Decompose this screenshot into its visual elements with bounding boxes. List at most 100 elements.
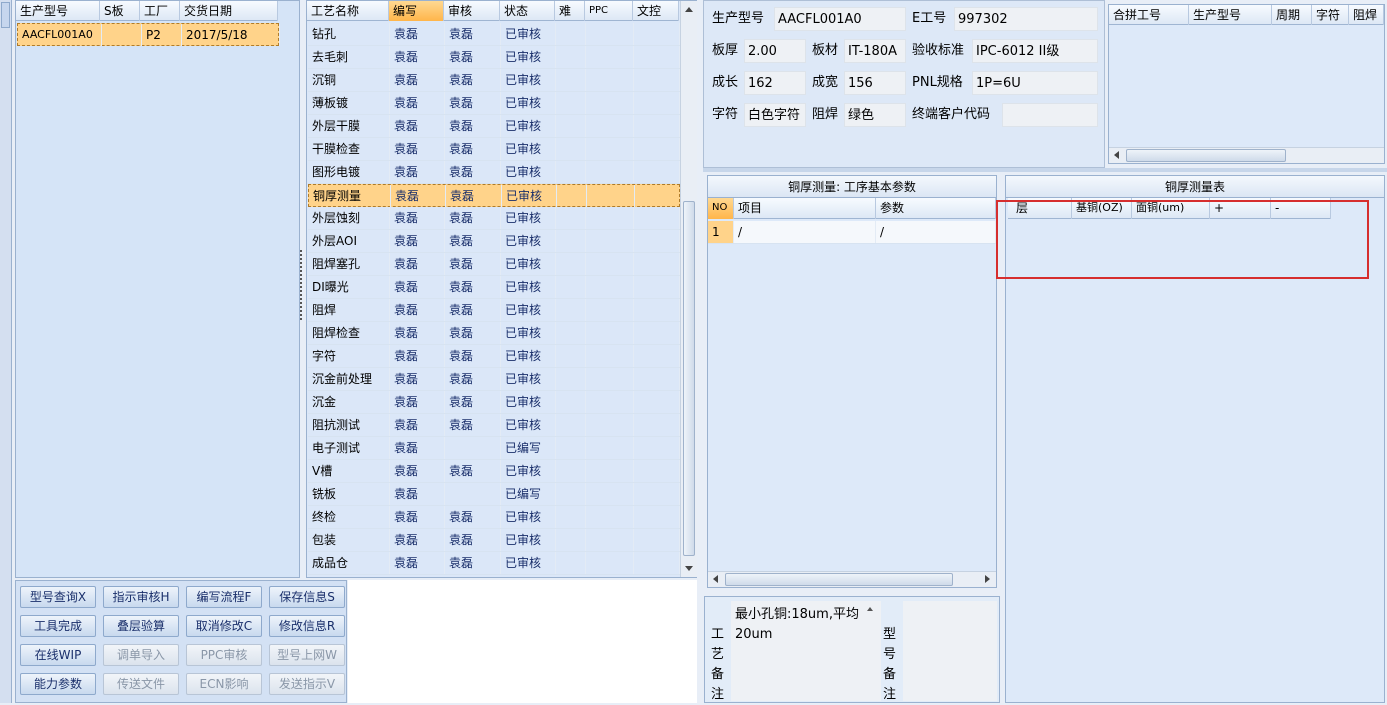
action-button[interactable]: 修改信息R [269, 615, 345, 637]
process-difficulty [556, 115, 586, 137]
process-doc [634, 207, 680, 229]
scroll-down-icon[interactable] [685, 566, 693, 571]
merge-hscroll[interactable] [1109, 147, 1384, 163]
orders-col-s[interactable]: S板 [100, 1, 140, 21]
params-col-no[interactable]: NO [708, 198, 734, 219]
process-row[interactable]: 电子测试 袁磊 已编写 [308, 437, 680, 460]
process-col-ppc[interactable]: PPC [585, 1, 633, 21]
action-button[interactable]: 传送文件 [103, 673, 179, 695]
process-row[interactable]: 阻焊 袁磊 袁磊 已审核 [308, 299, 680, 322]
merge-col-no[interactable]: 合拼工号 [1109, 5, 1189, 25]
process-row[interactable]: 字符 袁磊 袁磊 已审核 [308, 345, 680, 368]
action-button[interactable]: 型号上网W [269, 644, 345, 666]
blank-area [348, 580, 697, 703]
orders-col-factory[interactable]: 工厂 [140, 1, 180, 21]
process-status: 已编写 [501, 483, 556, 505]
process-col-reviewer[interactable]: 审核 [444, 1, 500, 21]
model-label: 生产型号 [712, 11, 765, 26]
process-row[interactable]: 铜厚测量 袁磊 袁磊 已审核 [308, 184, 681, 207]
params-header: NO 项目 参数 [708, 198, 996, 219]
process-doc [634, 230, 680, 252]
measure-title: 铜厚测量表 [1006, 176, 1384, 198]
process-row[interactable]: 沉铜 袁磊 袁磊 已审核 [308, 69, 680, 92]
action-button[interactable]: 取消修改C [186, 615, 262, 637]
params-col-value[interactable]: 参数 [876, 198, 996, 219]
collapse-tab[interactable] [1, 2, 10, 28]
process-ppc [586, 391, 634, 413]
process-scrollbar[interactable] [680, 1, 697, 577]
process-row[interactable]: 沉金前处理 袁磊 袁磊 已审核 [308, 368, 680, 391]
action-button[interactable]: 调单导入 [103, 644, 179, 666]
process-row[interactable]: 阻焊检查 袁磊 袁磊 已审核 [308, 322, 680, 345]
process-doc [634, 115, 680, 137]
process-difficulty [556, 69, 586, 91]
process-row[interactable]: 薄板镀 袁磊 袁磊 已审核 [308, 92, 680, 115]
process-row[interactable]: 图形电镀 袁磊 袁磊 已审核 [308, 161, 680, 184]
scroll-up-icon[interactable] [867, 607, 873, 611]
process-col-difficulty[interactable]: 难 [555, 1, 585, 21]
process-col-doc[interactable]: 文控 [633, 1, 679, 21]
process-row[interactable]: DI曝光 袁磊 袁磊 已审核 [308, 276, 680, 299]
notes-panel: 工艺备注 最小孔铜:18um,平均20um 型号备注 [704, 596, 1000, 703]
model-note-text[interactable] [903, 601, 997, 701]
action-button[interactable]: 型号查询X [20, 586, 96, 608]
left-edge-strip [0, 0, 12, 703]
orders-col-date[interactable]: 交货日期 [180, 1, 278, 21]
process-row[interactable]: V槽 袁磊 袁磊 已审核 [308, 460, 680, 483]
merge-hscroll-thumb[interactable] [1126, 149, 1286, 162]
action-button[interactable]: 发送指示V [269, 673, 345, 695]
process-writer: 袁磊 [390, 437, 445, 459]
action-button[interactable]: 指示审核H [103, 586, 179, 608]
process-col-status[interactable]: 状态 [500, 1, 555, 21]
action-button[interactable]: 编写流程F [186, 586, 262, 608]
process-row[interactable]: 阻焊塞孔 袁磊 袁磊 已审核 [308, 253, 680, 276]
process-status: 已审核 [501, 529, 556, 551]
process-reviewer: 袁磊 [445, 253, 501, 275]
process-row[interactable]: 铣板 袁磊 已编写 [308, 483, 680, 506]
process-row[interactable]: 包装 袁磊 袁磊 已审核 [308, 529, 680, 552]
pnl-value: 1P=6U [972, 71, 1098, 95]
order-row[interactable]: AACFL001A0 P2 2017/5/18 [17, 23, 280, 46]
orders-col-model[interactable]: 生产型号 [16, 1, 100, 21]
merge-col-char[interactable]: 字符 [1312, 5, 1349, 25]
process-row[interactable]: 外层干膜 袁磊 袁磊 已审核 [308, 115, 680, 138]
params-hscroll[interactable] [708, 571, 996, 587]
action-button[interactable]: 在线WIP [20, 644, 96, 666]
params-row[interactable]: 1 / / [708, 221, 996, 244]
process-row[interactable]: 成品仓 袁磊 袁磊 已审核 [308, 552, 680, 575]
pnl-label: PNL规格 [912, 75, 963, 90]
scroll-left-icon[interactable] [1114, 151, 1119, 159]
action-button[interactable]: 能力参数 [20, 673, 96, 695]
merge-col-period[interactable]: 周期 [1272, 5, 1312, 25]
process-row[interactable]: 终检 袁磊 袁磊 已审核 [308, 506, 680, 529]
process-status: 已审核 [501, 368, 556, 390]
scroll-left-icon[interactable] [713, 575, 718, 583]
params-hscroll-thumb[interactable] [725, 573, 953, 586]
process-reviewer: 袁磊 [445, 506, 501, 528]
process-row[interactable]: 干膜检查 袁磊 袁磊 已审核 [308, 138, 680, 161]
process-difficulty [556, 230, 586, 252]
process-row[interactable]: 去毛刺 袁磊 袁磊 已审核 [308, 46, 680, 69]
scroll-up-icon[interactable] [685, 7, 693, 12]
process-doc [634, 46, 680, 68]
merge-col-mask[interactable]: 阻焊 [1349, 5, 1384, 25]
process-writer: 袁磊 [390, 253, 445, 275]
action-button[interactable]: ECN影响 [186, 673, 262, 695]
action-button[interactable]: 叠层验算 [103, 615, 179, 637]
scroll-right-icon[interactable] [985, 575, 990, 583]
merge-col-model[interactable]: 生产型号 [1189, 5, 1272, 25]
process-row[interactable]: 外层蚀刻 袁磊 袁磊 已审核 [308, 207, 680, 230]
action-button[interactable]: 保存信息S [269, 586, 345, 608]
params-col-item[interactable]: 项目 [734, 198, 876, 219]
process-col-writer[interactable]: 编写 [389, 1, 444, 21]
process-row[interactable]: 钻孔 袁磊 袁磊 已审核 [308, 23, 680, 46]
action-button[interactable]: 工具完成 [20, 615, 96, 637]
process-note-text[interactable]: 最小孔铜:18um,平均20um [731, 601, 881, 701]
process-row[interactable]: 外层AOI 袁磊 袁磊 已审核 [308, 230, 680, 253]
action-button[interactable]: PPC审核 [186, 644, 262, 666]
process-row[interactable]: 沉金 袁磊 袁磊 已审核 [308, 391, 680, 414]
process-row[interactable]: 阻抗测试 袁磊 袁磊 已审核 [308, 414, 680, 437]
process-reviewer: 袁磊 [445, 414, 501, 436]
process-col-name[interactable]: 工艺名称 [307, 1, 389, 21]
scroll-thumb[interactable] [683, 201, 695, 556]
